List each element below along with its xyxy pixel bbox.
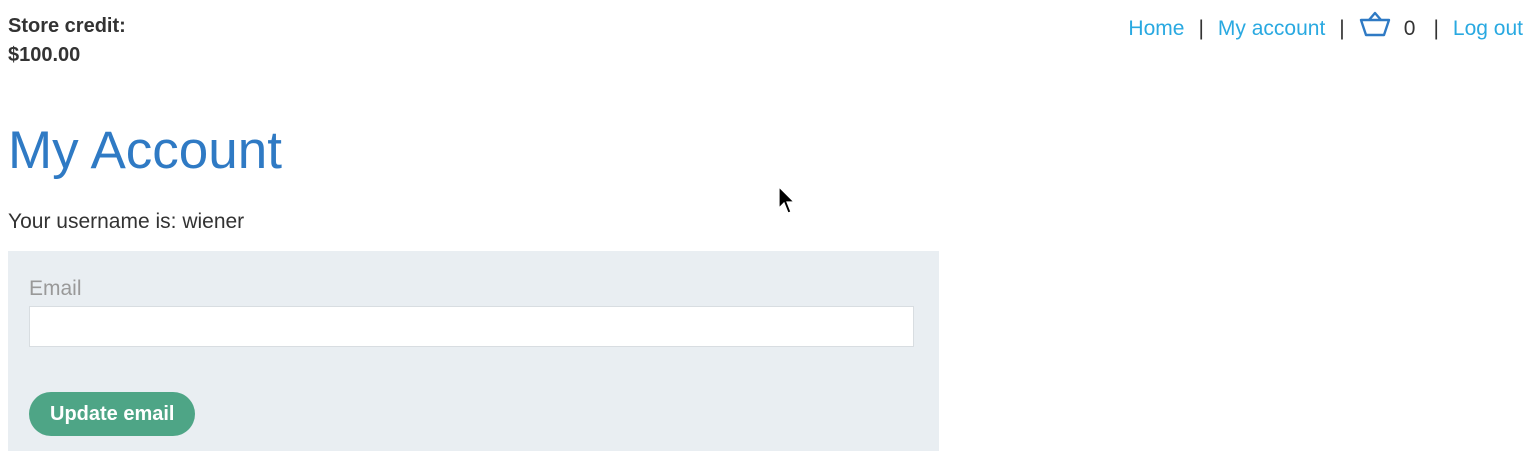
mouse-cursor-icon: [778, 186, 796, 214]
cart-link[interactable]: 0: [1359, 10, 1420, 47]
top-navigation: Home | My account | 0 | Log out: [1128, 10, 1523, 47]
nav-separator: |: [1339, 16, 1345, 40]
nav-my-account-link[interactable]: My account: [1218, 14, 1325, 44]
page-title: My Account: [8, 121, 282, 180]
basket-icon: [1359, 10, 1391, 47]
change-email-form: Email Update email: [8, 251, 939, 451]
username-text: Your username is: wiener: [8, 210, 245, 233]
cart-count: 0: [1403, 16, 1416, 40]
update-email-button[interactable]: Update email: [29, 392, 196, 436]
email-input[interactable]: [29, 306, 914, 347]
email-label: Email: [29, 277, 82, 300]
store-credit-label: Store credit:: [8, 15, 126, 37]
nav-log-out-link[interactable]: Log out: [1453, 14, 1523, 44]
nav-separator: |: [1198, 16, 1204, 40]
store-credit-value: $100.00: [8, 44, 81, 66]
nav-home-link[interactable]: Home: [1128, 14, 1184, 44]
store-credit: Store credit: $100.00: [8, 12, 126, 70]
nav-separator: |: [1433, 16, 1439, 40]
